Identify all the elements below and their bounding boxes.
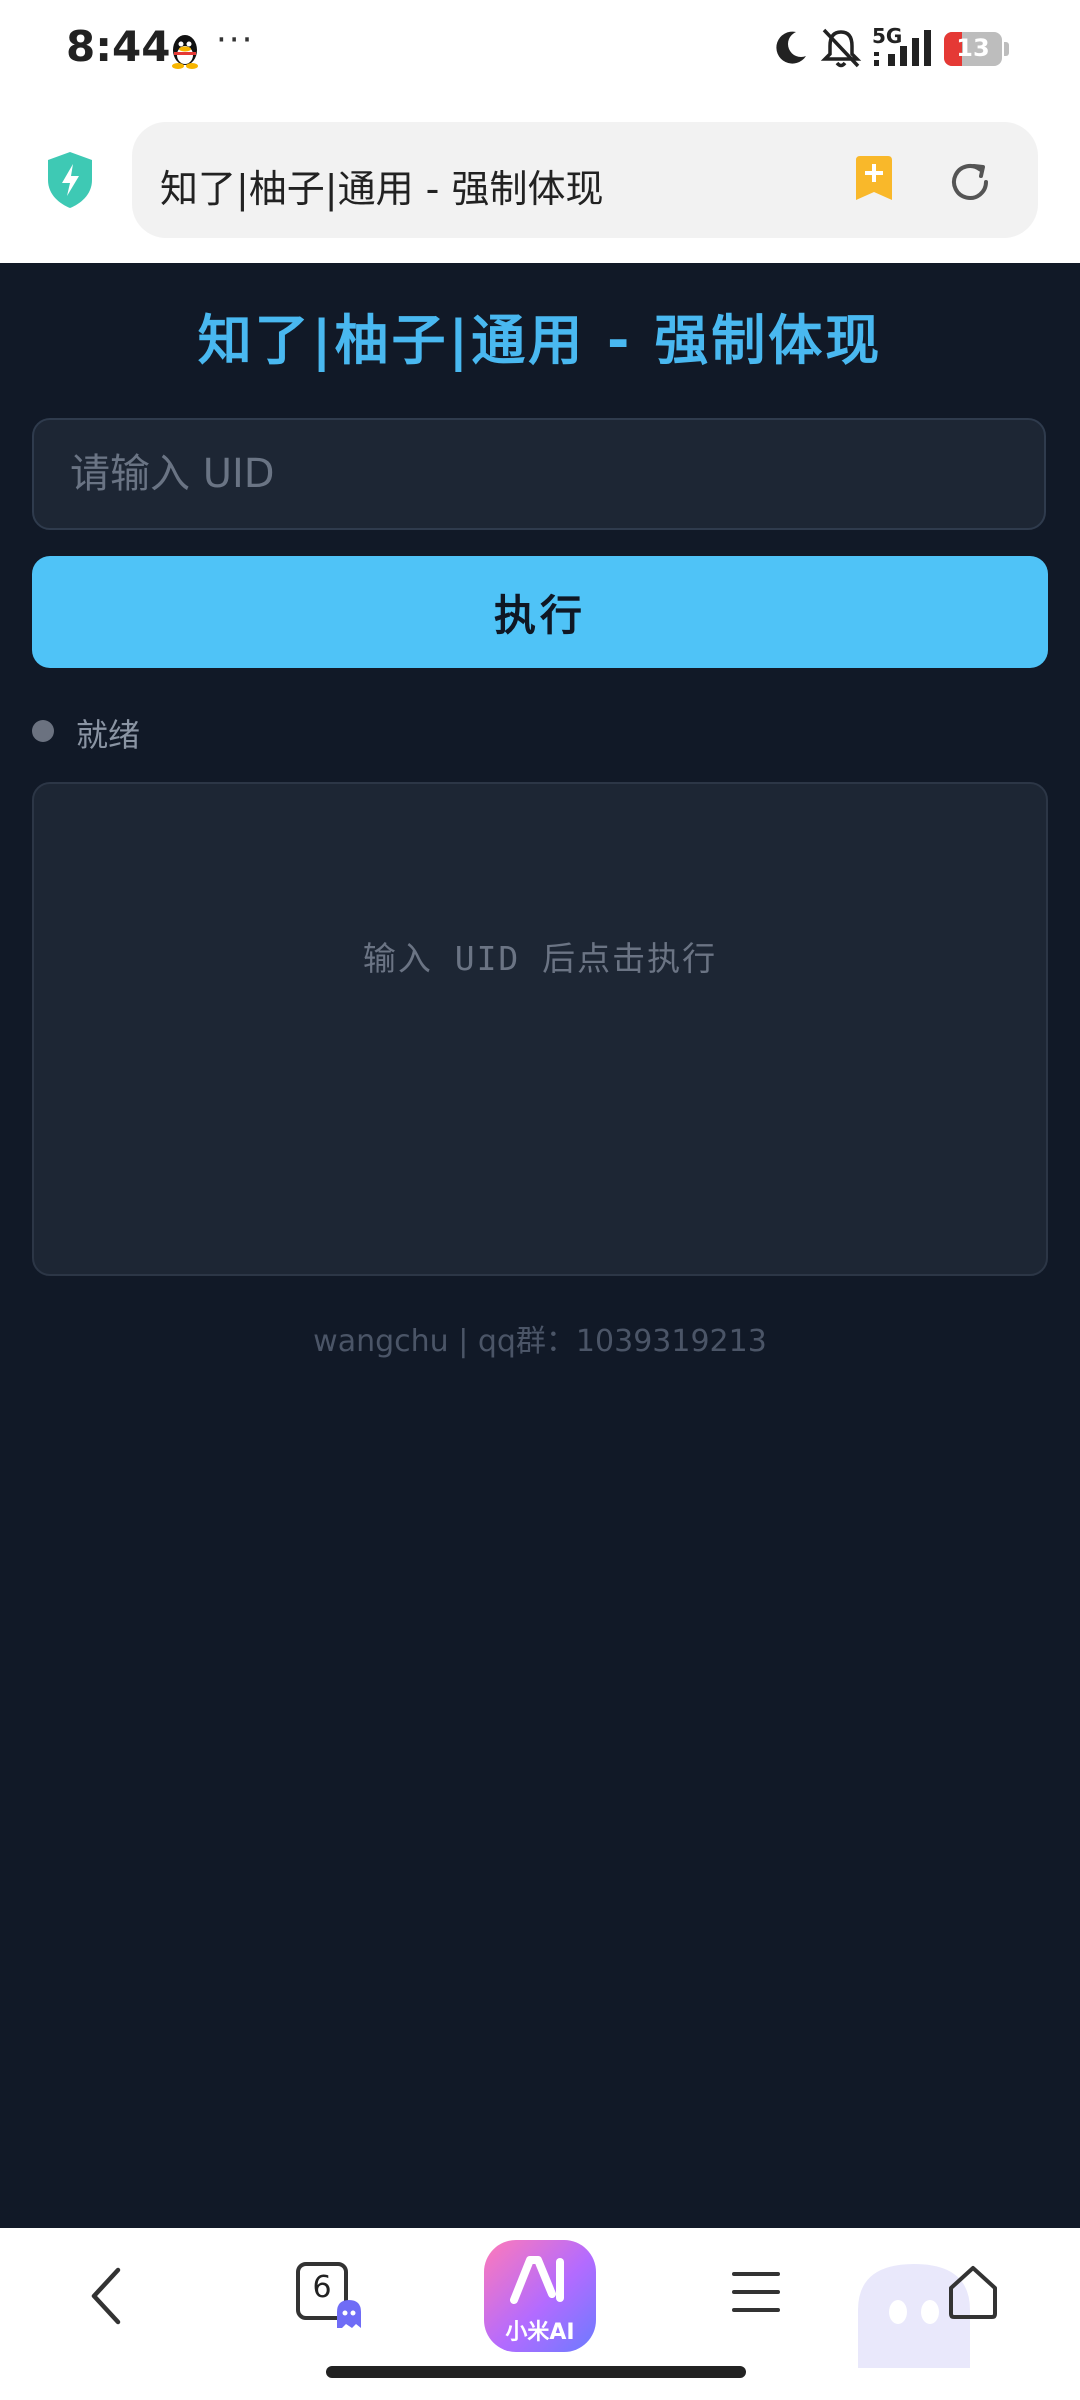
silent-bell-icon bbox=[820, 28, 862, 68]
shield-lightning-icon[interactable] bbox=[44, 150, 96, 210]
uid-input[interactable] bbox=[32, 418, 1046, 530]
output-placeholder: 输入 UID 后点击执行 bbox=[362, 939, 718, 978]
battery-tip bbox=[1004, 42, 1009, 56]
status-time: 8:44 bbox=[66, 22, 171, 71]
do-not-disturb-moon-icon bbox=[776, 31, 806, 64]
status-indicator-dot bbox=[32, 720, 54, 742]
status-text: 就绪 bbox=[76, 716, 141, 754]
back-icon[interactable] bbox=[84, 2264, 128, 2328]
more-notifications-icon: ··· bbox=[216, 20, 255, 60]
page-title: 知了|柚子|通用 - 强制体现 bbox=[197, 309, 883, 372]
ghost-badge-icon bbox=[337, 2300, 361, 2328]
cell-signal-icon bbox=[874, 30, 931, 66]
bookmark-add-icon[interactable] bbox=[852, 154, 896, 204]
xiaomi-ai-button[interactable]: 小米AI bbox=[484, 2240, 596, 2352]
browser-toolbar: 知了|柚子|通用 - 强制体现 bbox=[0, 100, 1080, 263]
qq-notification-icon bbox=[172, 35, 198, 69]
output-panel: 输入 UID 后点击执行 bbox=[32, 782, 1048, 1276]
home-icon[interactable] bbox=[946, 2264, 1000, 2320]
home-indicator-bar[interactable] bbox=[326, 2366, 746, 2378]
menu-icon[interactable] bbox=[730, 2268, 782, 2316]
execute-button[interactable]: 执行 bbox=[32, 556, 1048, 668]
reload-icon[interactable] bbox=[946, 158, 994, 206]
battery-indicator: 13 bbox=[944, 32, 1002, 66]
ai-logo-icon bbox=[510, 2256, 564, 2304]
status-bar: 8:44 ··· 5G 13 bbox=[0, 0, 1080, 100]
battery-percent: 13 bbox=[956, 34, 990, 62]
url-text[interactable]: 知了|柚子|通用 - 强制体现 bbox=[160, 158, 603, 213]
address-bar[interactable]: 知了|柚子|通用 - 强制体现 bbox=[132, 122, 1038, 238]
ai-label: 小米AI bbox=[505, 2320, 575, 2345]
footer-credit: wangchu | qq群：1039319213 bbox=[313, 1324, 767, 1359]
